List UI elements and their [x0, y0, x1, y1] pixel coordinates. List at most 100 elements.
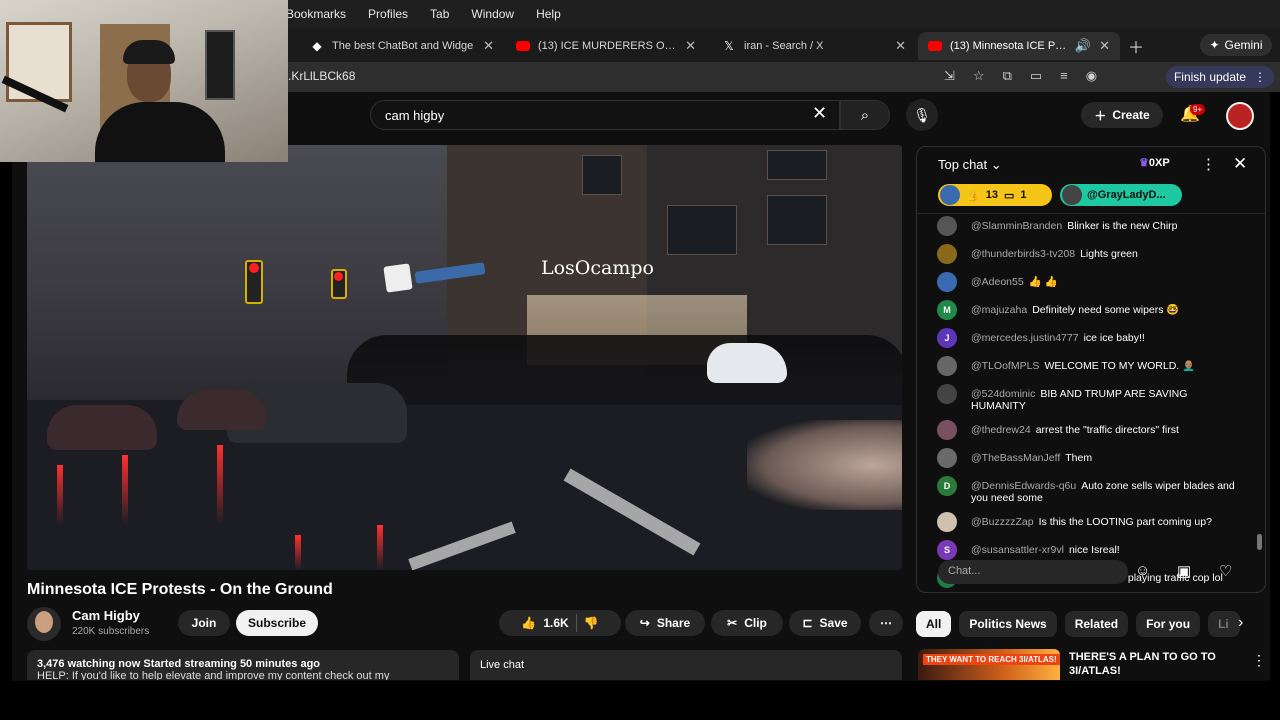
- clip-button[interactable]: ✂ Clip: [711, 610, 783, 636]
- url-field[interactable]: .KrLlLBCk68: [288, 69, 355, 83]
- top-chat-dropdown[interactable]: Top chat ⌄: [938, 157, 1002, 173]
- ticker-item[interactable]: 👍 13 ▭ 1: [938, 184, 1052, 206]
- recommendation-thumbnail[interactable]: THEY WANT TO REACH 3I/ATLAS!: [918, 649, 1060, 680]
- tab-ice-murderers[interactable]: (13) ICE MURDERERS OUT O ✕: [506, 32, 706, 60]
- tab-minnesota-active[interactable]: (13) Minnesota ICE Protes 🔊 ✕: [918, 32, 1120, 60]
- clear-search-icon[interactable]: ✕: [812, 103, 827, 124]
- avatar[interactable]: [937, 420, 957, 440]
- avatar[interactable]: [937, 448, 957, 468]
- new-tab-button[interactable]: ＋: [1128, 34, 1144, 58]
- menu-bookmarks[interactable]: Bookmarks: [286, 7, 346, 21]
- more-actions-button[interactable]: ⋯: [869, 610, 903, 636]
- chat-message[interactable]: J @mercedes.justin4777 ice ice baby!!: [937, 328, 1237, 348]
- menu-window[interactable]: Window: [471, 7, 514, 21]
- chip-politics-news[interactable]: Politics News: [959, 611, 1057, 637]
- chat-author[interactable]: @TheBassManJeff: [971, 452, 1060, 464]
- live-chat-bar[interactable]: Live chat: [470, 650, 902, 680]
- chat-author[interactable]: @majuzaha: [971, 304, 1027, 316]
- avatar[interactable]: D: [937, 476, 957, 496]
- thumbs-up-icon[interactable]: 👍: [521, 616, 536, 630]
- avatar[interactable]: S: [937, 540, 957, 560]
- subscribe-button[interactable]: Subscribe: [236, 610, 318, 636]
- extensions-icon[interactable]: ⧉: [1003, 68, 1012, 84]
- xp-badge[interactable]: ♛0XP: [1139, 156, 1170, 169]
- chat-message[interactable]: @524dominic BIB AND TRUMP ARE SAVING HUMA…: [937, 384, 1237, 412]
- chat-author[interactable]: @thedrew24: [971, 424, 1031, 436]
- chat-message[interactable]: @SlamminBranden Blinker is the new Chirp: [937, 216, 1237, 236]
- close-icon[interactable]: ✕: [685, 38, 696, 54]
- description-box[interactable]: 3,476 watching now Started streaming 50 …: [27, 650, 459, 680]
- join-button[interactable]: Join: [178, 610, 230, 636]
- avatar[interactable]: [937, 216, 957, 236]
- chat-author[interactable]: @Adeon55: [971, 276, 1024, 288]
- chat-message[interactable]: M @majuzaha Definitely need some wipers 🤓: [937, 300, 1237, 320]
- tab-x-search[interactable]: 𝕏 iran - Search / X ✕: [712, 32, 916, 60]
- chat-message[interactable]: D @DennisEdwards-q6u Auto zone sells wiper…: [937, 476, 1237, 504]
- speaker-icon[interactable]: 🔊: [1075, 38, 1091, 54]
- recommendation-title[interactable]: THERE'S A PLAN TO GO TO 3I/ATLAS!: [1069, 650, 1239, 678]
- avatar[interactable]: M: [937, 300, 957, 320]
- tab-chatbot[interactable]: ◆ The best ChatBot and Widge ✕: [300, 32, 504, 60]
- save-button[interactable]: ⊏ Save: [789, 610, 861, 636]
- finish-update-button[interactable]: Finish update ⋮: [1166, 66, 1274, 88]
- chat-author[interactable]: @susansattler-xr9vl: [971, 544, 1064, 556]
- chat-author[interactable]: @DennisEdwards-q6u: [971, 480, 1076, 492]
- install-icon[interactable]: ⇲: [944, 68, 955, 84]
- menu-help[interactable]: Help: [536, 7, 561, 21]
- avatar[interactable]: [937, 272, 957, 292]
- create-button[interactable]: ＋ Create: [1081, 102, 1163, 128]
- chat-message[interactable]: @BuzzzzZap Is this the LOOTING part comin…: [937, 512, 1237, 532]
- chat-message[interactable]: S @susansattler-xr9vl nice Isreal!: [937, 540, 1237, 560]
- cast-icon[interactable]: ▭: [1030, 68, 1042, 84]
- chat-message[interactable]: @Adeon55 👍 👍: [937, 272, 1237, 292]
- avatar[interactable]: [937, 384, 957, 404]
- search-input[interactable]: cam higby: [370, 100, 840, 130]
- close-icon[interactable]: ✕: [483, 38, 494, 54]
- bookmark-star-icon[interactable]: ☆: [973, 68, 985, 84]
- voice-search-button[interactable]: 🎙: [906, 99, 938, 131]
- chat-author[interactable]: @BuzzzzZap: [971, 516, 1034, 528]
- gemini-button[interactable]: ✦ Gemini: [1200, 34, 1272, 56]
- menu-tab[interactable]: Tab: [430, 7, 449, 21]
- emoji-icon[interactable]: ☺: [1135, 562, 1150, 579]
- search-button[interactable]: ⌕: [840, 100, 890, 130]
- chevron-right-icon[interactable]: ›: [1238, 614, 1243, 632]
- close-icon[interactable]: ✕: [1233, 154, 1247, 174]
- chip-related[interactable]: Related: [1064, 611, 1129, 637]
- chat-author[interactable]: @524dominic: [971, 388, 1035, 400]
- avatar[interactable]: [937, 244, 957, 264]
- avatar[interactable]: [1226, 102, 1254, 130]
- chat-input[interactable]: Chat...: [938, 560, 1128, 584]
- video-player[interactable]: LosOcampo: [27, 145, 902, 570]
- ticker-item[interactable]: @GrayLadyD...: [1060, 184, 1182, 206]
- chat-more-icon[interactable]: ⋮: [1201, 155, 1216, 173]
- more-icon[interactable]: ⋮: [1252, 652, 1266, 669]
- chat-message[interactable]: @TLOofMPLS WELCOME TO MY WORLD. 👨🏽‍🦲: [937, 356, 1237, 376]
- close-icon[interactable]: ✕: [895, 38, 906, 54]
- channel-avatar[interactable]: [27, 607, 61, 641]
- chat-scrollbar[interactable]: [1257, 534, 1262, 550]
- channel-name[interactable]: Cam Higby: [72, 608, 140, 623]
- media-icon[interactable]: ≡: [1060, 68, 1068, 84]
- share-button[interactable]: ↪ Share: [625, 610, 705, 636]
- chat-message[interactable]: @thunderbirds3-tv208 Lights green: [937, 244, 1237, 264]
- chip-live[interactable]: Li: [1208, 611, 1241, 637]
- like-count[interactable]: 1.6K: [543, 616, 568, 630]
- chat-author[interactable]: @TLOofMPLS: [971, 360, 1039, 372]
- chip-for-you[interactable]: For you: [1136, 611, 1201, 637]
- chip-all[interactable]: All: [916, 611, 952, 637]
- close-icon[interactable]: ✕: [1099, 38, 1110, 54]
- chat-message[interactable]: @TheBassManJeff Them: [937, 448, 1237, 468]
- menu-profiles[interactable]: Profiles: [368, 7, 408, 21]
- chat-author[interactable]: @mercedes.justin4777: [971, 332, 1079, 344]
- profile-icon[interactable]: ◉: [1086, 68, 1097, 84]
- chat-author[interactable]: @SlamminBranden: [971, 220, 1062, 232]
- super-chat-icon[interactable]: ▣: [1177, 562, 1191, 580]
- heart-icon[interactable]: ♡: [1219, 562, 1232, 580]
- avatar[interactable]: J: [937, 328, 957, 348]
- avatar[interactable]: [937, 356, 957, 376]
- chat-message[interactable]: @thedrew24 arrest the "traffic directors"…: [937, 420, 1237, 440]
- chat-author[interactable]: @thunderbirds3-tv208: [971, 248, 1075, 260]
- avatar[interactable]: [937, 512, 957, 532]
- thumbs-down-icon[interactable]: 👎: [584, 616, 599, 630]
